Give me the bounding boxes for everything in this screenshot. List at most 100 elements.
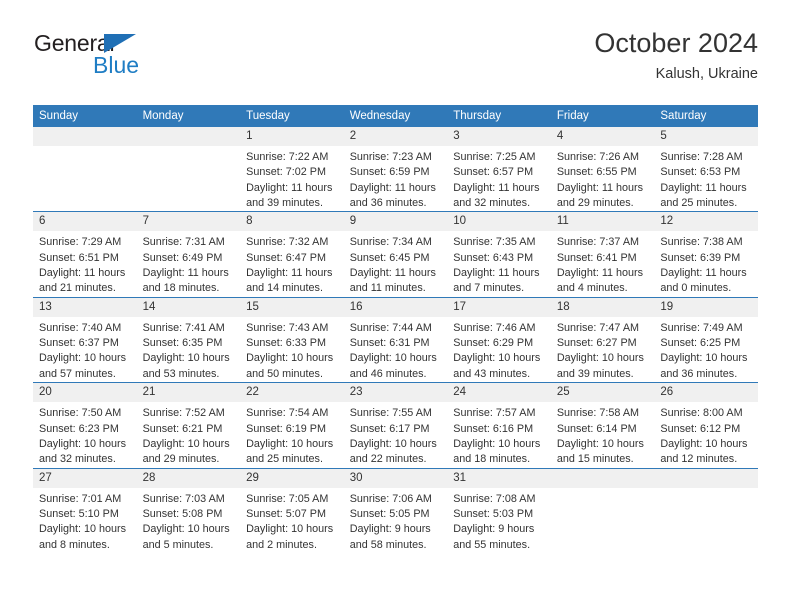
day-number: 8 (240, 212, 344, 232)
sunrise-text: Sunrise: 7:26 AM (556, 151, 640, 164)
daylight-text: Daylight: 11 hours and 21 minutes. (39, 267, 126, 295)
calendar-week-row: 1 Sunrise: 7:22 AM Sunset: 7:02 PM Daylight… (33, 127, 758, 212)
daylight-text: Daylight: 10 hours and 36 minutes. (660, 352, 748, 380)
weekday-header-friday: Friday (550, 105, 655, 127)
day-number (654, 468, 758, 488)
weekday-headers: Sunday Monday Tuesday Wednesday Thursday Frid… (33, 105, 758, 127)
day-sun-info: Sunrise: 7:38 AM Sunset: 6:39 PM Daylight:… (654, 231, 758, 296)
calendar-day-cell[interactable]: 11 Sunrise: 7:37 AM Sunset: 6:41 PM Dayligh… (550, 211, 655, 298)
sunrise-text: Sunrise: 7:55 AM (349, 407, 432, 420)
calendar-day-cell[interactable]: 24 Sunrise: 7:57 AM Sunset: 6:16 PM Dayligh… (447, 382, 551, 468)
sunrise-text: Sunrise: 7:23 AM (349, 151, 432, 164)
daylight-text: Daylight: 10 hours and 12 minutes. (660, 437, 748, 466)
sunset-text: Sunset: 6:14 PM (556, 422, 637, 435)
calendar-day-cell[interactable]: 31 Sunrise: 7:08 AM Sunset: 5:03 PM Dayligh… (447, 467, 551, 553)
day-number: 25 (550, 383, 655, 403)
calendar-day-cell[interactable]: 2 Sunrise: 7:23 AM Sunset: 6:59 PM Daylight… (343, 127, 448, 212)
calendar-day-cell[interactable]: 9 Sunrise: 7:34 AM Sunset: 6:45 PM Daylight… (343, 211, 448, 298)
calendar-day-cell[interactable]: 21 Sunrise: 7:52 AM Sunset: 6:21 PM Dayligh… (136, 382, 241, 468)
daylight-text: Daylight: 11 hours and 0 minutes. (660, 267, 747, 295)
calendar-day-cell[interactable]: 23 Sunrise: 7:55 AM Sunset: 6:17 PM Dayligh… (343, 382, 448, 468)
page-header: General Blue October 2024 Kalush, Ukrain… (34, 28, 758, 98)
sunset-text: Sunset: 6:16 PM (453, 422, 534, 435)
calendar-day-cell[interactable]: 25 Sunrise: 7:58 AM Sunset: 6:14 PM Dayligh… (550, 382, 655, 468)
day-number: 17 (447, 297, 551, 317)
daylight-text: Daylight: 11 hours and 11 minutes. (349, 267, 436, 295)
sunset-text: Sunset: 6:43 PM (453, 251, 534, 264)
calendar-day-cell[interactable]: 26 Sunrise: 8:00 AM Sunset: 6:12 PM Dayligh… (654, 382, 758, 468)
weekday-header-sunday: Sunday (33, 105, 137, 127)
sunrise-text: Sunrise: 7:38 AM (660, 236, 743, 249)
daylight-text: Daylight: 10 hours and 39 minutes. (556, 352, 644, 380)
calendar-day-cell[interactable]: 30 Sunrise: 7:06 AM Sunset: 5:05 PM Dayligh… (343, 467, 448, 553)
day-sun-info: Sunrise: 8:00 AM Sunset: 6:12 PM Daylight:… (654, 402, 758, 467)
daylight-text: Daylight: 10 hours and 29 minutes. (142, 437, 230, 466)
day-number (136, 127, 241, 146)
day-number: 22 (240, 383, 344, 403)
day-sun-info: Sunrise: 7:37 AM Sunset: 6:41 PM Daylight:… (551, 231, 655, 296)
day-sun-info: Sunrise: 7:03 AM Sunset: 5:08 PM Daylight:… (137, 488, 241, 553)
sunset-text: Sunset: 6:29 PM (453, 337, 534, 350)
calendar-day-cell[interactable]: 27 Sunrise: 7:01 AM Sunset: 5:10 PM Dayligh… (33, 467, 137, 553)
day-sun-info: Sunrise: 7:46 AM Sunset: 6:29 PM Daylight:… (447, 317, 551, 382)
calendar-day-cell[interactable]: 22 Sunrise: 7:54 AM Sunset: 6:19 PM Dayligh… (240, 382, 344, 468)
calendar-day-cell[interactable]: 19 Sunrise: 7:49 AM Sunset: 6:25 PM Dayligh… (654, 296, 758, 383)
daylight-text: Daylight: 11 hours and 7 minutes. (453, 267, 540, 295)
calendar-day-cell[interactable]: 14 Sunrise: 7:41 AM Sunset: 6:35 PM Dayligh… (136, 296, 241, 383)
calendar-day-cell[interactable]: 28 Sunrise: 7:03 AM Sunset: 5:08 PM Dayligh… (136, 467, 241, 553)
calendar-day-cell[interactable]: 6 Sunrise: 7:29 AM Sunset: 6:51 PM Daylight… (33, 211, 137, 298)
calendar-day-cell[interactable]: 5 Sunrise: 7:28 AM Sunset: 6:53 PM Daylight… (654, 127, 758, 212)
day-sun-info: Sunrise: 7:40 AM Sunset: 6:37 PM Daylight:… (33, 317, 137, 382)
sunrise-text: Sunrise: 8:00 AM (660, 407, 743, 420)
calendar-day-cell[interactable]: 20 Sunrise: 7:50 AM Sunset: 6:23 PM Dayligh… (33, 382, 137, 468)
calendar-day-cell[interactable]: 13 Sunrise: 7:40 AM Sunset: 6:37 PM Dayligh… (33, 296, 137, 383)
sunset-text: Sunset: 5:07 PM (246, 507, 326, 520)
sunset-text: Sunset: 5:03 PM (453, 507, 534, 520)
calendar-week-row: 6 Sunrise: 7:29 AM Sunset: 6:51 PM Daylight… (33, 211, 758, 298)
sunset-text: Sunset: 6:45 PM (349, 251, 430, 264)
day-number: 21 (136, 383, 241, 403)
sunset-text: Sunset: 6:51 PM (39, 251, 119, 264)
day-sun-info: Sunrise: 7:01 AM Sunset: 5:10 PM Daylight:… (33, 488, 137, 553)
calendar-day-cell[interactable]: 12 Sunrise: 7:38 AM Sunset: 6:39 PM Dayligh… (654, 211, 758, 298)
day-sun-info: Sunrise: 7:08 AM Sunset: 5:03 PM Daylight:… (447, 488, 551, 553)
daylight-text: Daylight: 9 hours and 58 minutes. (349, 523, 431, 551)
sunrise-text: Sunrise: 7:22 AM (246, 151, 329, 164)
calendar-day-cell[interactable]: 7 Sunrise: 7:31 AM Sunset: 6:49 PM Daylight… (136, 211, 241, 298)
day-number: 28 (136, 468, 241, 488)
sunrise-text: Sunrise: 7:34 AM (349, 236, 432, 249)
daylight-text: Daylight: 10 hours and 57 minutes. (39, 352, 127, 380)
sunrise-text: Sunrise: 7:58 AM (556, 407, 640, 420)
calendar-page: General Blue October 2024 Kalush, Ukrain… (0, 0, 792, 612)
day-sun-info: Sunrise: 7:47 AM Sunset: 6:27 PM Daylight:… (551, 317, 655, 382)
calendar-day-cell[interactable]: 15 Sunrise: 7:43 AM Sunset: 6:33 PM Dayligh… (240, 296, 344, 383)
calendar-day-cell[interactable]: 17 Sunrise: 7:46 AM Sunset: 6:29 PM Dayligh… (447, 296, 551, 383)
page-title: October 2024 (594, 28, 758, 58)
day-sun-info: Sunrise: 7:35 AM Sunset: 6:43 PM Daylight:… (447, 231, 551, 296)
daylight-text: Daylight: 10 hours and 53 minutes. (142, 352, 230, 380)
calendar-day-cell[interactable]: 16 Sunrise: 7:44 AM Sunset: 6:31 PM Dayligh… (343, 296, 448, 383)
sunset-text: Sunset: 6:59 PM (349, 166, 430, 179)
day-sun-info: Sunrise: 7:25 AM Sunset: 6:57 PM Daylight:… (447, 146, 551, 211)
day-number: 20 (33, 383, 137, 403)
sunrise-text: Sunrise: 7:47 AM (556, 321, 640, 334)
weekday-header-monday: Monday (136, 105, 241, 127)
calendar-day-cell[interactable]: 4 Sunrise: 7:26 AM Sunset: 6:55 PM Daylight… (550, 127, 655, 212)
day-number: 30 (343, 468, 448, 488)
calendar-day-cell[interactable]: 3 Sunrise: 7:25 AM Sunset: 6:57 PM Daylight… (447, 127, 551, 212)
day-sun-info: Sunrise: 7:41 AM Sunset: 6:35 PM Daylight:… (137, 317, 241, 382)
day-number: 15 (240, 297, 344, 317)
calendar-day-cell[interactable]: 8 Sunrise: 7:32 AM Sunset: 6:47 PM Daylight… (240, 211, 344, 298)
sunrise-text: Sunrise: 7:54 AM (246, 407, 329, 420)
day-number: 4 (550, 127, 655, 147)
title-block: October 2024 Kalush, Ukraine (594, 28, 758, 82)
day-sun-info: Sunrise: 7:06 AM Sunset: 5:05 PM Daylight:… (344, 488, 448, 553)
calendar-day-cell[interactable]: 29 Sunrise: 7:05 AM Sunset: 5:07 PM Dayligh… (240, 467, 344, 553)
calendar-day-cell[interactable]: 10 Sunrise: 7:35 AM Sunset: 6:43 PM Dayligh… (447, 211, 551, 298)
sunset-text: Sunset: 6:41 PM (556, 251, 637, 264)
calendar-day-cell[interactable]: 1 Sunrise: 7:22 AM Sunset: 7:02 PM Daylight… (240, 127, 344, 212)
day-number: 12 (654, 212, 758, 232)
calendar-day-cell[interactable]: 18 Sunrise: 7:47 AM Sunset: 6:27 PM Dayligh… (550, 296, 655, 383)
daylight-text: Daylight: 11 hours and 18 minutes. (142, 267, 229, 295)
day-sun-info: Sunrise: 7:54 AM Sunset: 6:19 PM Daylight:… (240, 402, 344, 467)
